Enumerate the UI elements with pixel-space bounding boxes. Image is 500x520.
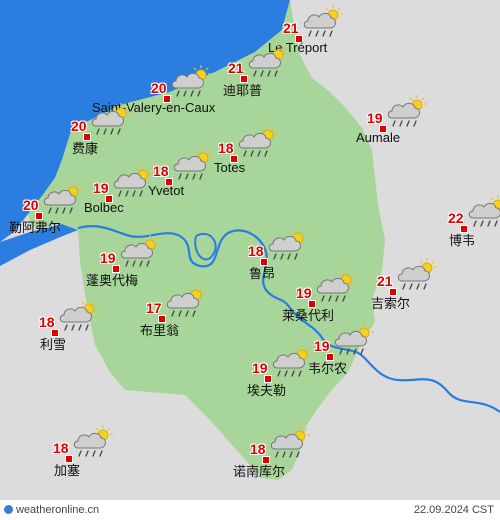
cloud-rain-sun-icon — [334, 323, 374, 355]
cloud-rain-sun-icon — [166, 285, 206, 317]
cloud-rain-sun-icon — [272, 345, 312, 377]
cloud-rain-sun-icon — [238, 125, 278, 157]
cloud-rain-sun-icon — [248, 45, 288, 77]
cloud-rain-sun-icon — [387, 95, 427, 127]
cloud-rain-sun-icon — [268, 228, 308, 260]
temperature-label: 22 — [448, 210, 464, 226]
cloud-rain-sun-icon — [43, 182, 83, 214]
cloud-rain-sun-icon — [303, 5, 343, 37]
location-name: 诺南库尔 — [233, 464, 286, 479]
cloud-rain-sun-icon — [316, 270, 356, 302]
location-name: 利雪 — [40, 337, 67, 352]
temperature-label: 20 — [151, 80, 167, 96]
location-name: 加塞 — [54, 463, 81, 478]
location-name: 埃夫勒 — [247, 383, 287, 398]
temperature-label: 19 — [93, 180, 109, 196]
cloud-rain-sun-icon — [173, 148, 213, 180]
location-name: 费康 — [72, 141, 99, 156]
location-name: 蓬奥代梅 — [86, 273, 139, 288]
location-name: Totes — [214, 160, 246, 175]
footer-bar: weatheronline.cn 22.09.2024 CST — [0, 500, 500, 520]
cloud-rain-sun-icon — [73, 425, 113, 457]
cloud-rain-sun-icon — [91, 103, 131, 135]
cloud-rain-sun-icon — [171, 65, 211, 97]
cloud-rain-sun-icon — [59, 299, 99, 331]
location-name: 迪耶普 — [223, 83, 263, 98]
location-name: 鲁昂 — [249, 266, 276, 281]
cloud-rain-sun-icon — [468, 195, 500, 227]
temperature-label: 19 — [100, 250, 116, 266]
temperature-label: 19 — [367, 110, 383, 126]
cloud-rain-sun-icon — [397, 258, 437, 290]
temperature-label: 18 — [53, 440, 69, 456]
location-name: 博韦 — [449, 233, 476, 248]
temperature-label: 19 — [296, 285, 312, 301]
location-name: Bolbec — [84, 200, 124, 215]
temperature-label: 18 — [39, 314, 55, 330]
temperature-label: 19 — [252, 360, 268, 376]
site-link[interactable]: weatheronline.cn — [4, 504, 99, 516]
temperature-label: 17 — [146, 300, 162, 316]
temperature-label: 20 — [71, 118, 87, 134]
location-name: 勒阿弗尔 — [9, 220, 62, 235]
temperature-label: 21 — [228, 60, 244, 76]
temperature-label: 18 — [250, 441, 266, 457]
temperature-label: 18 — [248, 243, 264, 259]
cloud-rain-sun-icon — [120, 235, 160, 267]
cloud-rain-sun-icon — [113, 165, 153, 197]
temperature-label: 20 — [23, 197, 39, 213]
site-name: weatheronline.cn — [16, 504, 100, 516]
location-name: 莱桑代利 — [282, 308, 335, 323]
temperature-label: 21 — [377, 273, 393, 289]
temperature-label: 21 — [283, 20, 299, 36]
location-name: 吉索尔 — [371, 296, 411, 311]
location-name: Aumale — [356, 130, 401, 145]
cloud-rain-sun-icon — [270, 426, 310, 458]
map-timestamp: 22.09.2024 CST — [413, 504, 494, 516]
weatheronline-logo-icon — [4, 505, 13, 514]
weather-map: 21 Le Tréport 21 迪耶普 20 Saint-Valery-en-… — [0, 0, 500, 520]
temperature-label: 18 — [218, 140, 234, 156]
location-name: 布里翁 — [140, 323, 180, 338]
temperature-label: 19 — [314, 338, 330, 354]
